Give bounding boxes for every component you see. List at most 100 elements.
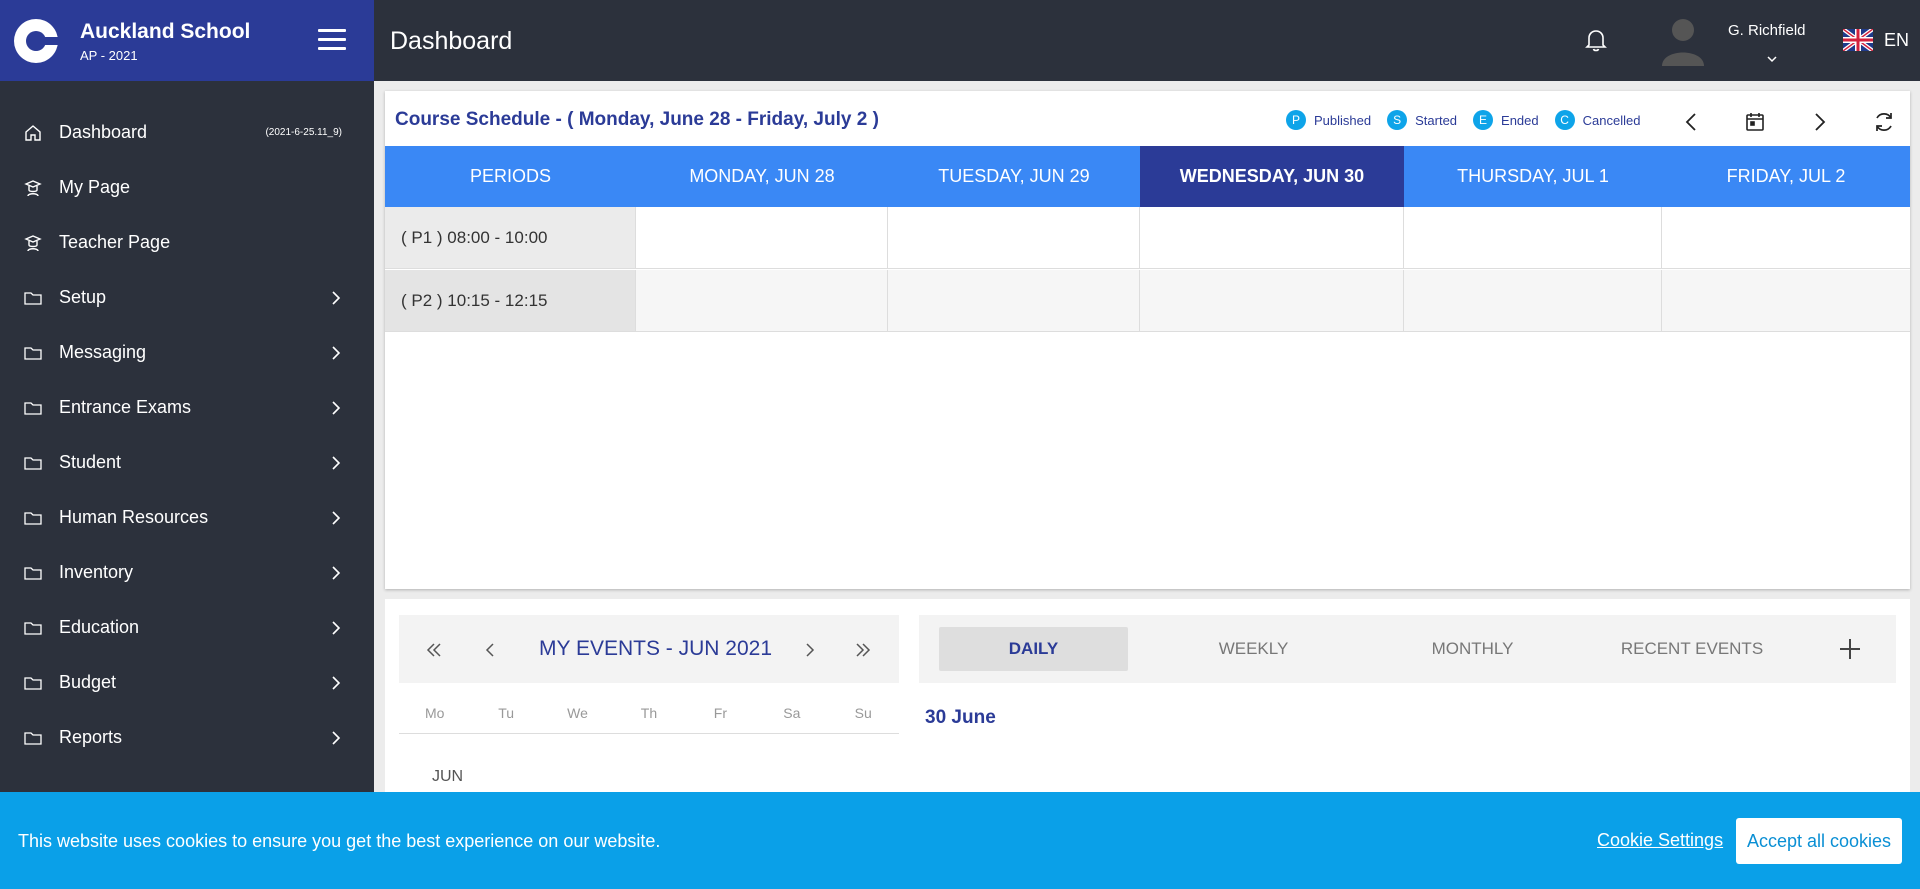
chevron-right-icon <box>332 400 341 415</box>
legend-started: S Started <box>1387 110 1457 130</box>
tab-monthly[interactable]: MONTHLY <box>1378 627 1567 671</box>
folder-icon <box>22 397 44 419</box>
chevron-left-icon[interactable] <box>1679 109 1705 135</box>
month-label: JUN <box>432 768 464 785</box>
legend-badge: E <box>1473 110 1494 130</box>
sidebar-item-reports[interactable]: Reports <box>0 710 374 765</box>
table-row: ( P2 ) 10:15 - 12:15 <box>385 270 1910 332</box>
selected-date: 30 June <box>925 707 996 728</box>
schedule-cell[interactable] <box>1404 270 1662 331</box>
legend-published: P Published <box>1286 110 1371 130</box>
language-label[interactable]: EN <box>1884 30 1909 51</box>
user-name[interactable]: G. Richfield <box>1728 22 1806 39</box>
sidebar-item-messaging[interactable]: Messaging <box>0 325 374 380</box>
chevron-right-icon <box>332 620 341 635</box>
folder-icon <box>22 342 44 364</box>
tab-recent-events[interactable]: RECENT EVENTS <box>1587 627 1797 671</box>
sidebar-item-education[interactable]: Education <box>0 600 374 655</box>
weekday-label: We <box>567 705 588 721</box>
chevron-left-icon[interactable] <box>479 639 501 661</box>
school-name: Auckland School <box>80 19 251 43</box>
chevron-down-icon[interactable] <box>1766 54 1778 64</box>
sidebar-item-label: Reports <box>59 727 123 747</box>
column-friday[interactable]: FRIDAY, JUL 2 <box>1662 146 1910 207</box>
legend-badge: S <box>1387 110 1408 130</box>
column-wednesday[interactable]: WEDNESDAY, JUN 30 <box>1140 146 1404 207</box>
legend-badge: C <box>1554 110 1575 130</box>
sidebar-nav: Dashboard (2021-6-25.11_9) My Page Teach… <box>0 105 374 765</box>
sidebar-item-inventory[interactable]: Inventory <box>0 545 374 600</box>
calendar-icon[interactable] <box>1742 109 1768 135</box>
double-chevron-left-icon[interactable] <box>423 639 445 661</box>
sidebar-item-label: Education <box>59 617 140 637</box>
menu-toggle-icon[interactable] <box>318 29 346 51</box>
school-year: AP - 2021 <box>80 47 138 63</box>
legend-badge: P <box>1286 110 1306 130</box>
double-chevron-right-icon[interactable] <box>852 639 874 661</box>
sidebar-item-human-resources[interactable]: Human Resources <box>0 490 374 545</box>
teacher-icon <box>22 232 44 254</box>
sidebar-item-label: Inventory <box>59 562 134 582</box>
sidebar-item-setup[interactable]: Setup <box>0 270 374 325</box>
schedule-cell[interactable] <box>888 207 1140 268</box>
event-view-tabs: DAILY WEEKLY MONTHLY RECENT EVENTS <box>919 615 1896 683</box>
period-cell: ( P1 ) 08:00 - 10:00 <box>385 207 636 268</box>
avatar[interactable] <box>1660 14 1706 66</box>
sidebar-item-label: Messaging <box>59 342 147 362</box>
page-title: Dashboard <box>390 27 513 55</box>
weekday-row: Mo Tu We Th Fr Sa Su <box>399 705 899 721</box>
cookie-banner: This website uses cookies to ensure you … <box>0 792 1920 889</box>
chevron-right-icon[interactable] <box>799 639 821 661</box>
table-row: ( P1 ) 08:00 - 10:00 <box>385 207 1910 269</box>
period-cell: ( P2 ) 10:15 - 12:15 <box>385 270 636 331</box>
legend-ended: E Ended <box>1473 110 1539 130</box>
sidebar-item-my-page[interactable]: My Page <box>0 160 374 215</box>
column-monday[interactable]: MONDAY, JUN 28 <box>636 146 888 207</box>
schedule-header-row: PERIODS MONDAY, JUN 28 TUESDAY, JUN 29 W… <box>385 146 1910 207</box>
folder-icon <box>22 562 44 584</box>
schedule-cell[interactable] <box>1140 270 1404 331</box>
sidebar-item-label: Student <box>59 452 122 472</box>
column-thursday[interactable]: THURSDAY, JUL 1 <box>1404 146 1662 207</box>
add-icon[interactable] <box>1836 635 1864 663</box>
uk-flag-icon[interactable] <box>1843 29 1873 51</box>
chevron-right-icon <box>332 455 341 470</box>
chevron-right-icon <box>332 675 341 690</box>
schedule-cell[interactable] <box>1140 207 1404 268</box>
schedule-cell[interactable] <box>636 207 888 268</box>
schedule-cell[interactable] <box>1404 207 1662 268</box>
sidebar-item-dashboard[interactable]: Dashboard (2021-6-25.11_9) <box>0 105 374 160</box>
tab-daily[interactable]: DAILY <box>939 627 1128 671</box>
sidebar-item-student[interactable]: Student <box>0 435 374 490</box>
chevron-right-icon <box>332 510 341 525</box>
status-legend: P Published S Started E Ended C Cancelle… <box>1286 110 1656 130</box>
sidebar-item-label: Budget <box>59 672 117 692</box>
sidebar-item-budget[interactable]: Budget <box>0 655 374 710</box>
legend-label: Ended <box>1501 112 1539 128</box>
weekday-label: Tu <box>498 705 515 721</box>
schedule-cell[interactable] <box>888 270 1140 331</box>
refresh-icon[interactable] <box>1871 109 1897 135</box>
sidebar-item-teacher-page[interactable]: Teacher Page <box>0 215 374 270</box>
sidebar-item-entrance-exams[interactable]: Entrance Exams <box>0 380 374 435</box>
cookie-settings-link[interactable]: Cookie Settings <box>1597 830 1723 851</box>
accept-cookies-button[interactable]: Accept all cookies <box>1736 818 1902 864</box>
home-icon <box>22 122 44 144</box>
folder-icon <box>22 287 44 309</box>
folder-icon <box>22 672 44 694</box>
schedule-cell[interactable] <box>1662 207 1910 268</box>
bell-icon[interactable] <box>1582 26 1610 54</box>
column-periods: PERIODS <box>469 166 552 186</box>
sidebar-item-label: Human Resources <box>59 507 209 527</box>
folder-icon <box>22 727 44 749</box>
sidebar-item-label: Setup <box>59 287 107 307</box>
schedule-cell[interactable] <box>1662 270 1910 331</box>
course-schedule-card: Course Schedule - ( Monday, June 28 - Fr… <box>385 91 1910 589</box>
tab-weekly[interactable]: WEEKLY <box>1159 627 1348 671</box>
column-tuesday[interactable]: TUESDAY, JUN 29 <box>888 146 1140 207</box>
sidebar-item-label: Dashboard <box>59 122 148 142</box>
schedule-cell[interactable] <box>636 270 888 331</box>
chevron-right-icon <box>332 730 341 745</box>
brand-header: Auckland School AP - 2021 <box>0 0 374 81</box>
chevron-right-icon[interactable] <box>1806 109 1832 135</box>
